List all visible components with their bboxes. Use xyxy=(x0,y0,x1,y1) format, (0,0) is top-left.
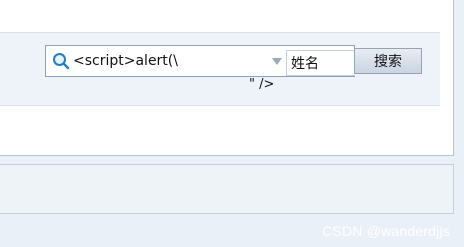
chevron-down-icon[interactable] xyxy=(272,58,282,65)
search-input[interactable]: <script>alert(\ 姓名 xyxy=(45,45,355,77)
search-input-value[interactable]: <script>alert(\ xyxy=(73,52,178,70)
overflow-text: " /> xyxy=(249,77,275,92)
watermark: CSDN @wanderdjjs xyxy=(322,223,450,239)
search-button[interactable]: 搜索 xyxy=(354,48,422,74)
search-field-select[interactable]: 姓名 xyxy=(286,50,355,76)
lower-panel xyxy=(0,164,454,214)
content-panel xyxy=(0,0,454,156)
search-icon xyxy=(52,52,70,70)
